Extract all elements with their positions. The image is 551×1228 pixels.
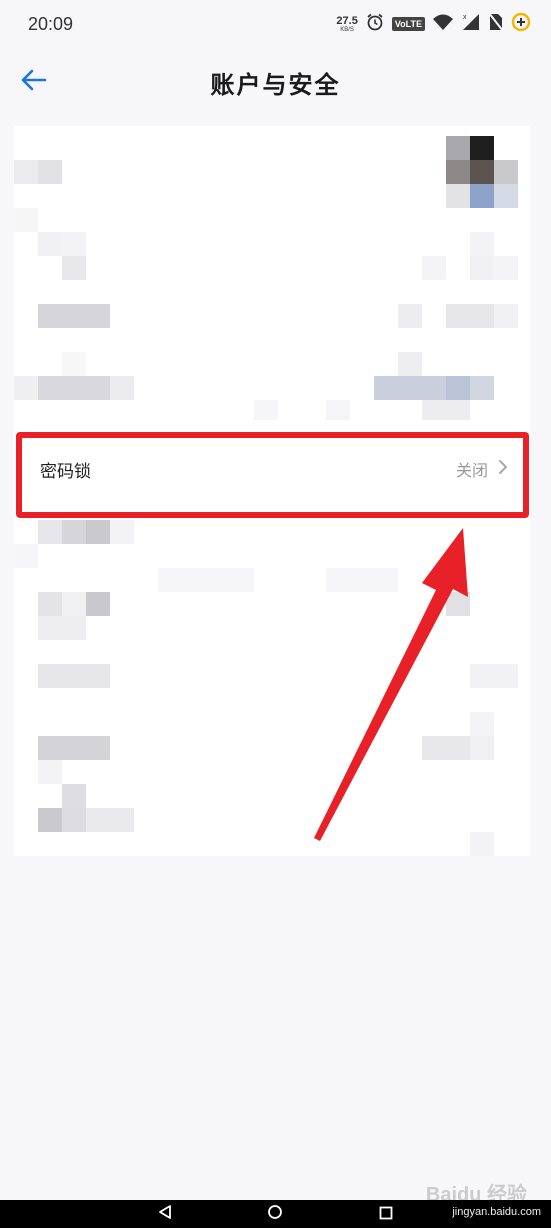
svg-text:x: x: [463, 14, 467, 21]
password-lock-label: 密码锁: [40, 461, 91, 482]
network-speed-value: 27.5: [336, 14, 358, 27]
status-bar: 20:09 27.5 KB/S VoLTE x: [0, 0, 551, 48]
network-speed: 27.5 KB/S: [336, 14, 358, 33]
password-lock-row[interactable]: 密码锁 关闭: [20, 437, 526, 501]
back-button[interactable]: [16, 64, 52, 100]
status-icons: 27.5 KB/S VoLTE x: [336, 12, 531, 36]
password-lock-value: 关闭: [456, 457, 508, 481]
recents-square-icon: [379, 1205, 393, 1224]
no-sim-icon: [488, 12, 504, 36]
nav-home-button[interactable]: [263, 1202, 287, 1226]
system-nav-bar: jingyan.baidu.com: [0, 1200, 551, 1228]
password-lock-status: 关闭: [455, 461, 488, 480]
battery-saver-icon: [511, 12, 531, 36]
app-header: 账户与安全: [0, 48, 551, 116]
alarm-icon: [365, 12, 385, 36]
page-title: 账户与安全: [210, 70, 341, 99]
watermark-url: jingyan.baidu.com: [452, 1206, 541, 1218]
network-speed-unit: KB/S: [340, 26, 354, 33]
status-time: 20:09: [28, 13, 74, 34]
home-circle-icon: [267, 1204, 283, 1224]
nav-recents-button[interactable]: [374, 1202, 398, 1226]
nav-back-button[interactable]: [153, 1202, 177, 1226]
wifi-icon: [432, 13, 454, 35]
volte-badge: VoLTE: [391, 17, 425, 31]
arrow-left-icon: [21, 69, 47, 95]
chevron-right-icon: [498, 459, 508, 479]
back-triangle-icon: [158, 1204, 172, 1224]
signal-icon: x: [461, 12, 481, 36]
